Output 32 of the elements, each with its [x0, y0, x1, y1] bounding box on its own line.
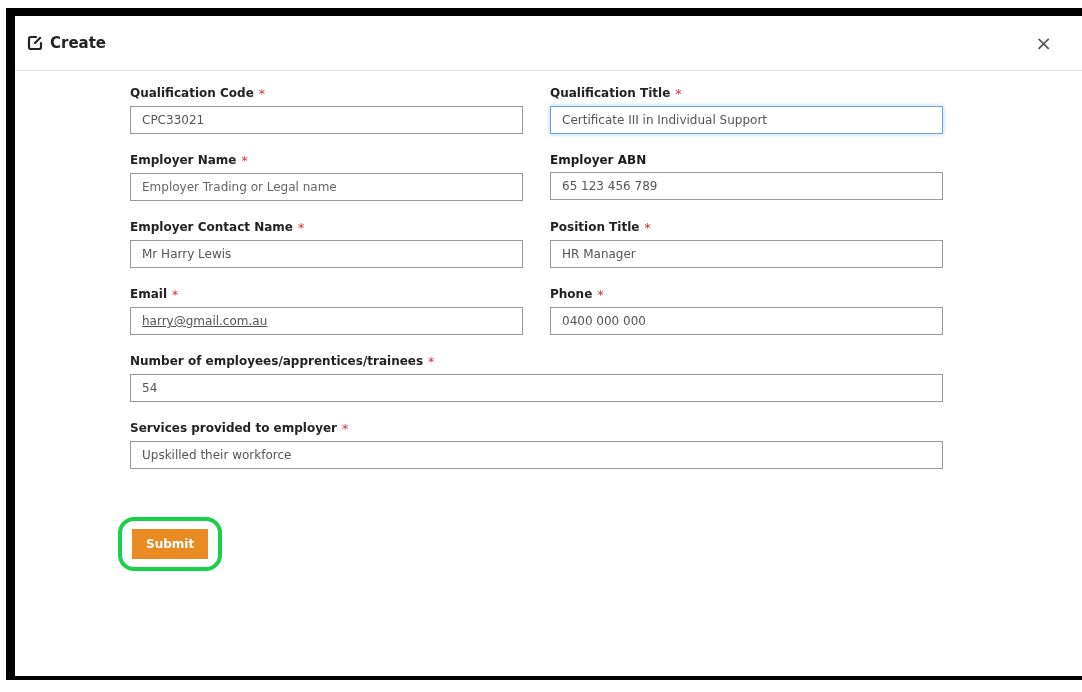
field-label: Number of employees/apprentices/trainees	[130, 354, 424, 369]
input-field[interactable]: 54	[130, 374, 943, 402]
input-field[interactable]: Upskilled their workforce	[130, 441, 943, 469]
field-label: Employer Contact Name	[130, 220, 293, 235]
input-field[interactable]: CPC33021	[130, 106, 523, 134]
required-mark: *	[342, 421, 349, 436]
required-mark: *	[597, 287, 604, 302]
input-field[interactable]: Certificate III in Individual Support	[550, 106, 943, 134]
field-label: Employer ABN	[550, 153, 647, 167]
field-label: Email	[130, 287, 168, 302]
required-mark: *	[258, 86, 266, 101]
required-mark: *	[428, 354, 435, 369]
field-label: Phone	[550, 287, 593, 302]
edit-icon	[27, 35, 43, 51]
field-label: Qualification Code	[130, 86, 254, 101]
input-field[interactable]: harry@gmail.com.au	[130, 307, 523, 335]
field-label: Position Title	[550, 220, 640, 235]
input-field[interactable]: Employer Trading or Legal name	[130, 173, 523, 201]
required-mark: *	[241, 153, 248, 168]
required-mark: *	[675, 86, 682, 101]
input-field[interactable]: HR Manager	[550, 240, 943, 268]
required-mark: *	[644, 220, 651, 235]
field-label: Services provided to employer	[130, 421, 338, 436]
dialog-title: Create	[50, 34, 107, 52]
close-button[interactable]: ×	[1031, 31, 1056, 55]
field-label: Employer Name	[130, 153, 237, 168]
input-field[interactable]: 65 123 456 789	[550, 172, 943, 200]
field-label: Qualification Title	[550, 86, 671, 101]
input-field[interactable]: Mr Harry Lewis	[130, 240, 523, 268]
required-mark: *	[172, 287, 179, 302]
required-mark: *	[297, 220, 305, 235]
input-field[interactable]: 0400 000 000	[550, 307, 943, 335]
